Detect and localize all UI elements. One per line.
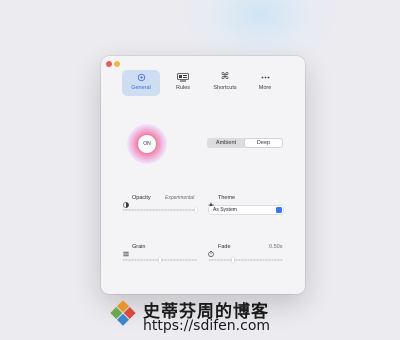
mode-ambient-option[interactable]: Ambient (208, 139, 244, 147)
tab-more-label: More (258, 85, 272, 91)
minimize-button[interactable] (114, 61, 120, 67)
preferences-window: General Rules ⌘ Shortcuts More ON Ambien… (101, 56, 305, 294)
theme-select-value: As System (213, 207, 237, 213)
close-button[interactable] (106, 61, 112, 67)
opacity-slider[interactable] (123, 207, 197, 213)
opacity-slider-ticks (123, 209, 197, 211)
tab-general[interactable]: General (122, 70, 160, 96)
grain-icon (123, 244, 129, 257)
sparkle-icon (208, 195, 214, 208)
rules-icon (164, 73, 202, 82)
grain-slider-thumb[interactable] (159, 257, 161, 263)
tab-more[interactable]: More (246, 70, 284, 96)
tab-shortcuts[interactable]: ⌘ Shortcuts (206, 70, 244, 96)
blog-url[interactable]: https://sdifen.com (143, 318, 270, 334)
grain-slider[interactable] (123, 257, 197, 263)
mode-deep-option[interactable]: Deep (245, 139, 282, 147)
gear-icon (122, 73, 160, 82)
theme-label: Theme (218, 195, 236, 201)
opacity-label: Opacity (132, 195, 151, 201)
blog-logo (108, 298, 138, 328)
toolbar-tabs: General Rules ⌘ Shortcuts More (101, 70, 305, 100)
opacity-icon (123, 195, 129, 208)
mode-segmented-control: Ambient Deep (207, 138, 283, 148)
ellipsis-icon (246, 73, 284, 82)
power-toggle[interactable]: ON (138, 135, 156, 153)
timer-icon (208, 244, 214, 257)
fade-slider-thumb[interactable] (232, 257, 234, 263)
fade-slider-ticks (209, 259, 283, 261)
fade-slider[interactable] (209, 257, 283, 263)
theme-select[interactable]: As System (209, 206, 283, 220)
command-icon: ⌘ (220, 72, 230, 82)
fade-label: Fade (218, 244, 231, 250)
chevron-updown-icon (276, 207, 282, 220)
experimental-note: Experimental (165, 195, 195, 201)
fade-value: 0.50s (269, 244, 283, 250)
tab-rules[interactable]: Rules (164, 70, 202, 96)
grain-label: Grain (132, 244, 146, 250)
opacity-slider-thumb[interactable] (195, 207, 197, 213)
